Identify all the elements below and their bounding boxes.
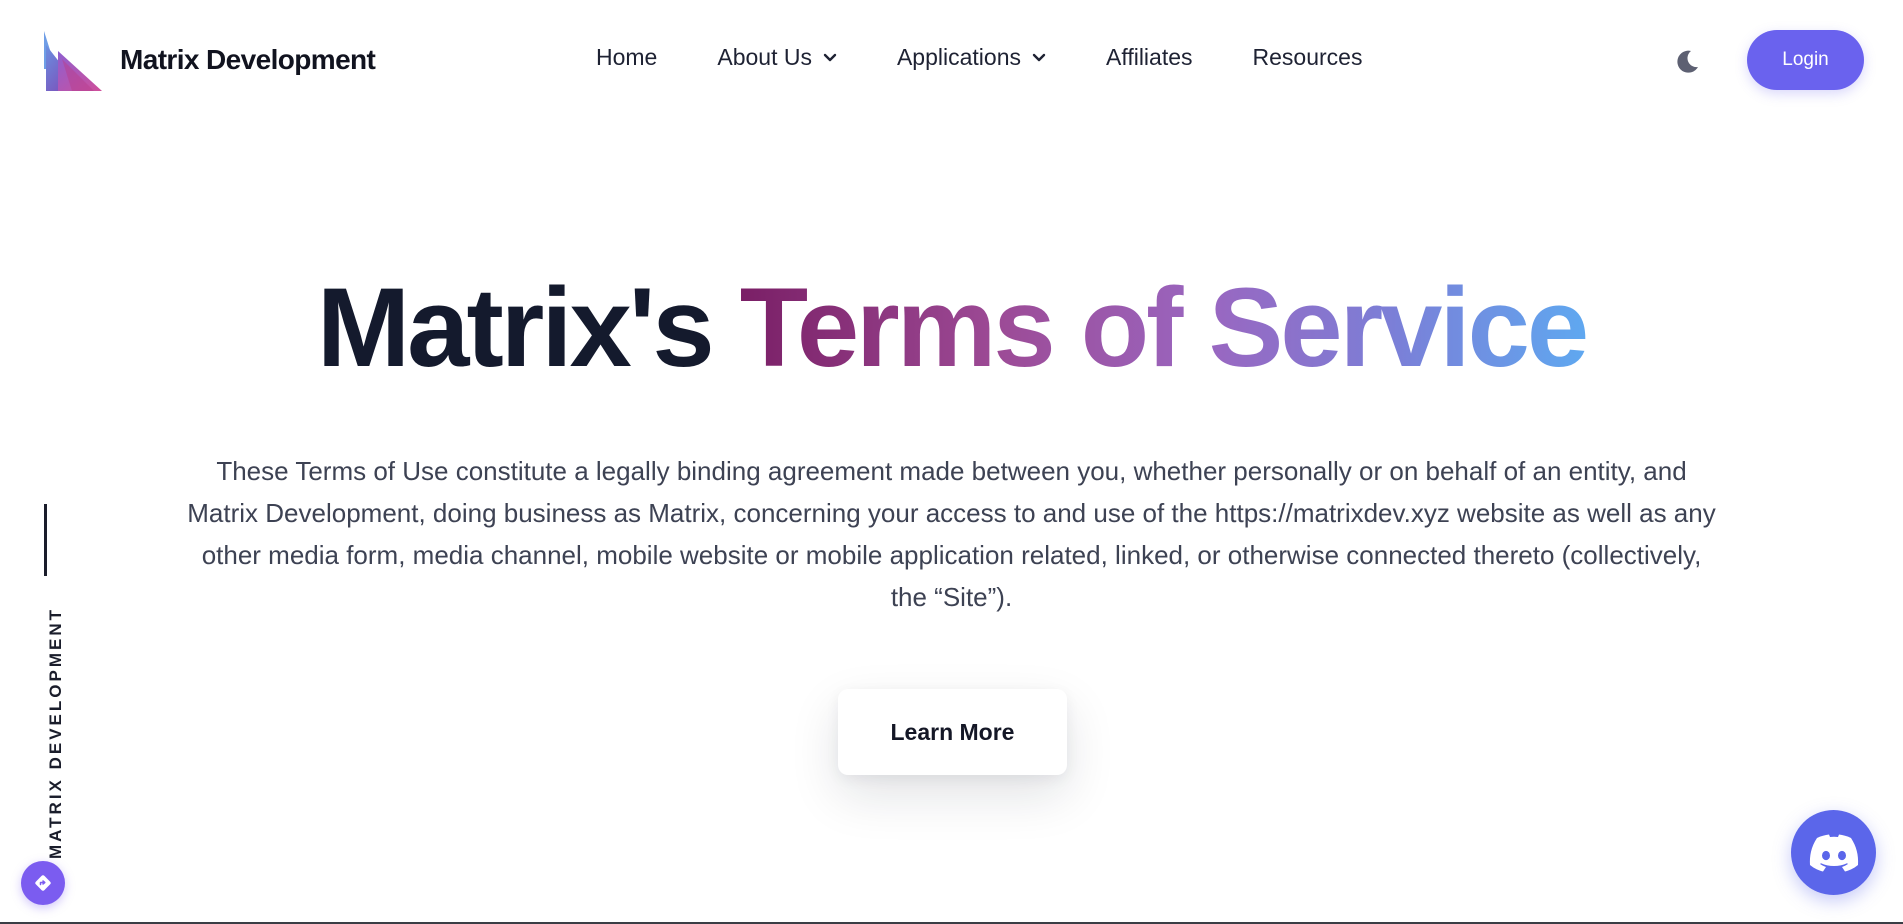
- brand-logo-icon: [44, 31, 102, 91]
- terms-intro-text: These Terms of Use constitute a legally …: [187, 456, 1716, 612]
- learn-more-button[interactable]: Learn More: [838, 689, 1067, 775]
- moon-icon[interactable]: [1673, 48, 1701, 76]
- login-button[interactable]: Login: [1747, 30, 1864, 90]
- diamond-arrow-icon: [35, 875, 51, 891]
- nav-resources[interactable]: Resources: [1253, 44, 1363, 71]
- discord-button[interactable]: [1791, 810, 1876, 895]
- site-header: Matrix Development Home About Us Applica…: [0, 0, 1903, 122]
- brand-name: Matrix Development: [120, 44, 376, 75]
- nav-resources-label: Resources: [1252, 44, 1363, 70]
- nav-affiliates-label: Affiliates: [1106, 44, 1193, 70]
- nav-home-label: Home: [596, 44, 658, 70]
- nav-about-us[interactable]: About Us: [717, 44, 837, 71]
- side-divider: [44, 504, 47, 576]
- chevron-down-icon: [823, 53, 837, 61]
- side-vertical-label: MATRIX DEVELOPMENT: [46, 606, 65, 860]
- discord-icon: [1809, 834, 1858, 871]
- nav-affiliates[interactable]: Affiliates: [1106, 44, 1193, 71]
- nav-home[interactable]: Home: [596, 44, 657, 71]
- floating-action-button[interactable]: [21, 861, 65, 905]
- main-nav: Home About Us Applications Affiliates Re…: [596, 44, 1422, 71]
- nav-applications[interactable]: Applications: [897, 44, 1046, 71]
- chevron-down-icon: [1032, 53, 1046, 61]
- page: Matrix Development Home About Us Applica…: [0, 0, 1903, 924]
- title-part-matrix: Matrix's: [316, 265, 740, 390]
- brand-link[interactable]: Matrix Development: [42, 29, 376, 91]
- nav-about-us-label: About Us: [717, 44, 812, 70]
- page-title: Matrix's Terms of Service: [0, 272, 1903, 384]
- title-part-terms: Terms of Service: [739, 265, 1589, 390]
- nav-applications-label: Applications: [896, 44, 1021, 70]
